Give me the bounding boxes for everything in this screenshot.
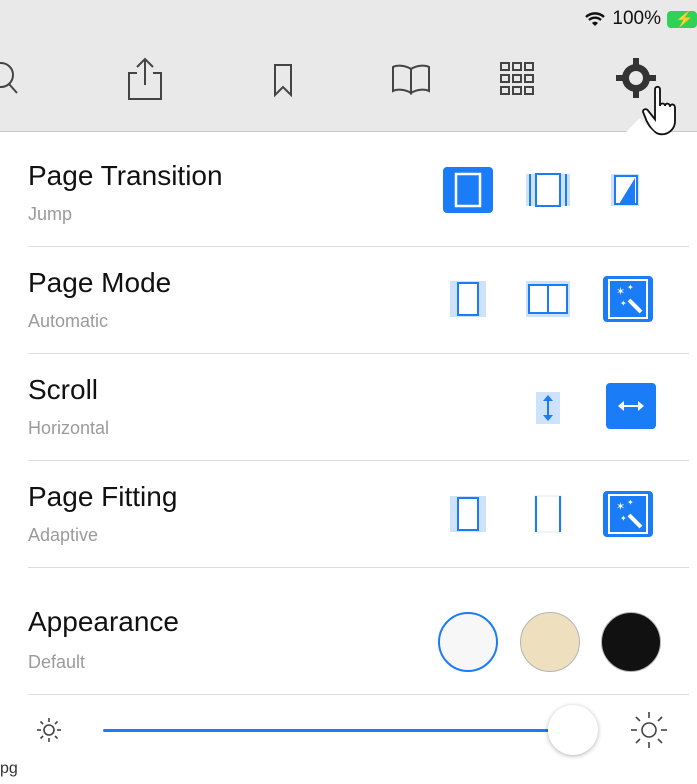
sun-large-icon (631, 712, 667, 748)
battery-charging-icon: ⚡ (667, 10, 697, 28)
scroll-row: Scroll Horizontal (28, 354, 689, 461)
horizontal-scroll-icon (618, 401, 644, 411)
battery-percentage: 100% (612, 8, 661, 29)
fit-width-option-button[interactable] (523, 491, 573, 537)
svg-text:✶: ✶ (616, 286, 625, 298)
brightness-track[interactable] (103, 729, 573, 732)
search-icon[interactable] (0, 54, 34, 104)
vertical-scroll-option-button[interactable] (523, 385, 573, 431)
single-page-option-button[interactable] (443, 276, 493, 322)
jump-option-button[interactable] (443, 167, 493, 213)
status-indicators: 100% ⚡ (584, 8, 697, 30)
sun-small-icon (37, 718, 61, 742)
page-fitting-label: Page Fitting (28, 481, 178, 512)
sepia-theme-button[interactable] (520, 612, 580, 672)
page-fitting-row: Page Fitting Adaptive ✶ ✦ ✦ (28, 461, 689, 568)
brightness-thumb[interactable] (548, 705, 598, 755)
appearance-label: Appearance (28, 606, 180, 637)
two-page-option-button[interactable] (523, 276, 573, 322)
appearance-row: Appearance Default (28, 590, 689, 695)
fit-width-icon (534, 495, 562, 533)
jump-icon (454, 172, 482, 208)
popover-arrow (616, 118, 664, 142)
night-theme-button[interactable] (601, 612, 661, 672)
auto-magic-icon: ✶ ✦ ✦ (608, 279, 648, 319)
svg-text:✦: ✦ (627, 498, 634, 507)
page-transition-value: Jump (28, 204, 73, 224)
fit-page-option-button[interactable] (443, 491, 493, 537)
scroll-value: Horizontal (28, 418, 110, 438)
page-mode-row: Page Mode Automatic ✶ ✦ ✦ (28, 247, 689, 354)
page-transition-row: Page Transition Jump (28, 140, 689, 247)
svg-text:✦: ✦ (620, 299, 627, 308)
svg-text:✦: ✦ (620, 514, 627, 523)
page-fitting-value: Adaptive (28, 525, 99, 545)
library-icon[interactable] (386, 54, 436, 104)
slide-icon (526, 173, 570, 207)
adaptive-fitting-option-button[interactable]: ✶ ✦ ✦ (603, 491, 653, 537)
slide-option-button[interactable] (523, 167, 573, 213)
background-text-fragment: pg (0, 760, 18, 777)
curl-icon (611, 174, 639, 206)
default-theme-button[interactable] (438, 612, 498, 672)
svg-text:✦: ✦ (627, 283, 634, 292)
brightness-control (28, 695, 689, 755)
scroll-label: Scroll (28, 374, 99, 405)
page-mode-label: Page Mode (28, 267, 172, 298)
fit-page-icon (450, 496, 486, 532)
auto-mode-option-button[interactable]: ✶ ✦ ✦ (603, 276, 653, 322)
wifi-icon (585, 12, 606, 26)
appearance-value: Default (28, 652, 86, 672)
bookmark-icon[interactable] (258, 54, 308, 104)
page-transition-label: Page Transition (28, 160, 223, 191)
adaptive-magic-icon: ✶ ✦ ✦ (608, 494, 648, 534)
share-icon[interactable] (120, 54, 170, 104)
two-page-icon (526, 281, 570, 317)
vertical-scroll-icon (536, 392, 560, 424)
single-page-icon (450, 281, 486, 317)
horizontal-scroll-option-button[interactable] (606, 383, 656, 429)
curl-option-button[interactable] (600, 167, 650, 213)
status-bar: 100% ⚡ (0, 0, 697, 34)
page-mode-value: Automatic (28, 311, 109, 331)
top-toolbar (0, 34, 697, 136)
grid-icon[interactable] (492, 54, 542, 104)
svg-text:✶: ✶ (616, 501, 625, 513)
